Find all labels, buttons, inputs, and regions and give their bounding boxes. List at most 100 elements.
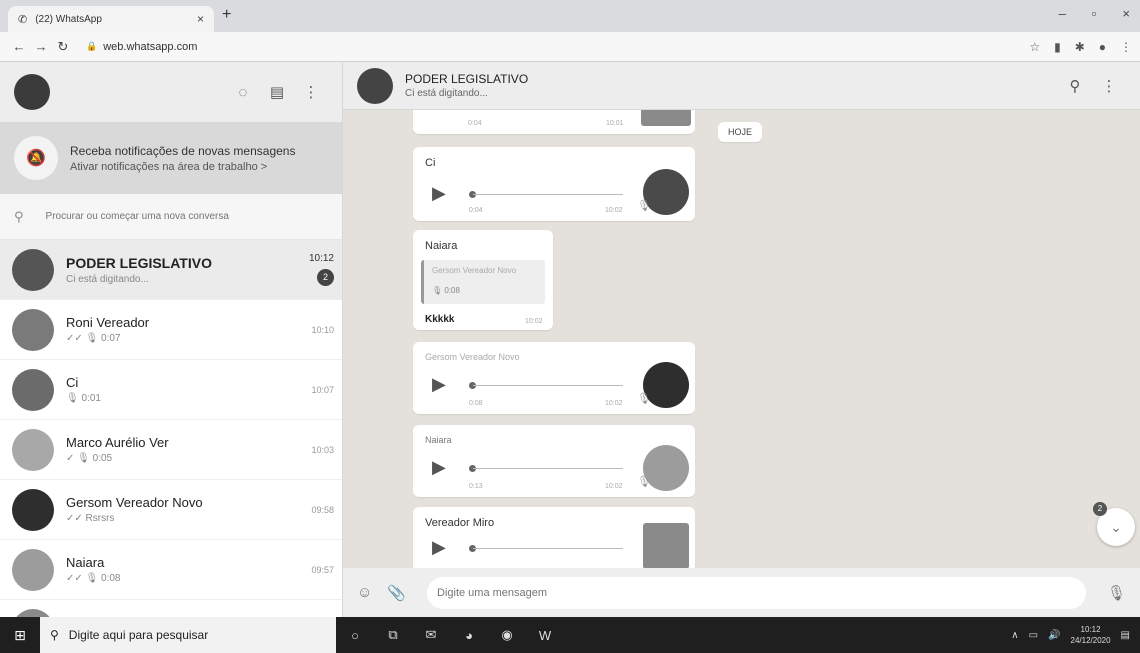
voice-duration: 0:13 [469,483,483,490]
address-bar: ← → ↻ 🔒 web.whatsapp.com ☆ ▮ ✱ ● ⋮ [0,32,1140,62]
chat-item[interactable]: Naiara ✓✓ 🎙 0:08 09:57 [0,540,342,600]
search-bar: ⚲ [0,194,342,240]
chrome-icon[interactable]: ◉ [488,627,526,643]
chat-avatar [12,368,54,411]
chat-time: 10:10 [311,324,334,335]
tray-chevron-icon[interactable]: ∧ [1011,630,1018,641]
conversation-header[interactable]: PODER LEGISLATIVO Ci está digitando... ⚲… [343,62,1140,110]
taskbar-search[interactable]: ⚲ Digite aqui para pesquisar [40,617,336,653]
restore-button[interactable]: ▫ [1092,6,1097,21]
chat-item[interactable]: Gersom Vereador Novo ✓✓ Rsrsrs 09:58 [0,480,342,540]
back-icon[interactable]: ← [8,39,30,54]
voice-message: Gersom Vereador Novo ▶ 0:08 10:02 🎙 [413,342,695,414]
forward-icon[interactable]: → [30,39,52,54]
chat-last-message: ✓✓ 🎙 0:07 [66,333,121,344]
menu-icon[interactable]: ⋮ [294,83,328,101]
audio-track[interactable] [473,194,623,195]
message-sender: Vereador Miro [425,517,495,529]
chat-time: 10:07 [311,384,334,395]
browser-tab[interactable]: ✆ (22) WhatsApp × [8,6,214,32]
chat-avatar [12,308,54,351]
close-window-button[interactable]: × [1122,6,1130,21]
reload-icon[interactable]: ↻ [52,39,74,55]
chat-name: Gersom Vereador Novo [66,495,203,510]
message-time: 10:01 [606,120,624,127]
quoted-message[interactable]: Gersom Vereador Novo 🎙 0:08 [421,260,545,304]
profile-icon[interactable]: ● [1099,40,1106,54]
voice-message: 0:04 10:01 [413,110,695,134]
notifications-icon[interactable]: ▤ [1121,630,1130,641]
url-field[interactable]: web.whatsapp.com [103,41,197,53]
tab-title: (22) WhatsApp [35,13,102,25]
notification-banner[interactable]: 🔕 Receba notificações de novas mensagens… [0,122,342,194]
conversation-name: PODER LEGISLATIVO [405,72,529,86]
browser-menu-icon[interactable]: ⋮ [1120,40,1132,54]
play-icon[interactable]: ▶ [432,374,446,395]
chat-item[interactable]: PODER LEGISLATIVO Ci está digitando... 10:… [0,240,342,300]
user-avatar[interactable] [14,74,50,110]
sender-avatar [643,523,689,568]
chat-item[interactable]: Ci 🎙 0:01 10:07 [0,360,342,420]
mail-icon[interactable]: ✉ [412,627,450,643]
chat-name: Naiara [66,555,105,570]
menu-icon[interactable]: ⋮ [1092,77,1126,95]
chat-name: Ci [66,375,79,390]
composer: ☺ 📎 🎙 [343,568,1140,617]
quoted-sender: Gersom Vereador Novo [432,266,517,275]
chat-name: Marco Aurélio Ver [66,435,169,450]
search-input[interactable] [45,211,306,222]
message-time: 10:02 [605,207,623,214]
volume-icon[interactable]: 🔊 [1048,630,1060,641]
puzzle-icon[interactable]: ✱ [1075,40,1085,54]
chat-time: 09:57 [311,564,334,575]
cortana-icon[interactable]: ○ [336,628,374,643]
bookmark-star-icon[interactable]: ☆ [1029,40,1040,54]
chat-time: 10:03 [311,444,334,455]
word-icon[interactable]: W [526,628,564,643]
play-icon[interactable]: ▶ [432,457,446,478]
audio-track[interactable] [473,468,623,469]
message-sender: Gersom Vereador Novo [425,352,520,362]
chat-last-message: ✓✓ 🎙 0:08 [66,573,121,584]
conversation-status: Ci está digitando... [405,88,488,99]
emoji-icon[interactable]: ☺ [357,584,387,601]
minimize-button[interactable]: – [1059,6,1066,21]
play-icon[interactable]: ▶ [432,537,446,558]
voice-duration: 0:04 [469,207,483,214]
audio-track[interactable] [473,548,623,549]
audio-track[interactable] [473,385,623,386]
mic-icon: 🎙 [637,393,651,405]
network-icon[interactable]: ▭ [1029,630,1038,641]
chat-avatar [12,548,54,591]
extensions-area: ☆ ▮ ✱ ● ⋮ [1029,40,1132,54]
attach-icon[interactable]: 📎 [387,584,417,602]
taskbar: ⊞ ⚲ Digite aqui para pesquisar ○ ⧉ ✉ ◕ ◉… [0,617,1140,653]
new-chat-icon[interactable]: ▤ [260,83,294,101]
extension-icon[interactable]: ▮ [1054,40,1061,54]
system-tray: ∧ ▭ 🔊 10:12 24/12/2020 ▤ [1011,617,1130,653]
conversation-pane: PODER LEGISLATIVO Ci está digitando... ⚲… [343,62,1140,617]
sender-avatar [641,110,691,126]
chat-last-message: 🎙 0:01 [66,393,101,404]
notification-link[interactable]: Ativar notificações na área de trabalho … [70,161,295,173]
clock[interactable]: 10:12 24/12/2020 [1071,624,1111,646]
status-icon[interactable]: ◌ [226,84,260,101]
chat-avatar [12,248,54,291]
chat-item[interactable]: Roni Vereador ✓✓ 🎙 0:07 10:10 [0,300,342,360]
new-tab-button[interactable]: + [222,6,231,24]
message-input[interactable] [427,576,1086,609]
chat-item[interactable]: Vereador Miro09:57 [0,600,342,617]
lock-icon[interactable]: 🔒 [86,41,97,52]
group-avatar[interactable] [357,67,393,104]
chat-item[interactable]: Marco Aurélio Ver ✓ 🎙 0:05 10:03 [0,420,342,480]
mic-icon[interactable]: 🎙 [1096,584,1126,602]
edge-icon[interactable]: ◕ [450,628,488,643]
chat-last-message: ✓✓ Rsrsrs [66,513,115,524]
play-icon[interactable]: ▶ [432,183,446,204]
chat-last-message: Ci está digitando... [66,273,149,285]
task-view-icon[interactable]: ⧉ [374,627,412,643]
search-icon[interactable]: ⚲ [1058,77,1092,95]
tab-close-icon[interactable]: × [197,12,204,26]
windows-start-icon[interactable]: ⊞ [0,627,40,644]
search-icon: ⚲ [50,628,59,642]
